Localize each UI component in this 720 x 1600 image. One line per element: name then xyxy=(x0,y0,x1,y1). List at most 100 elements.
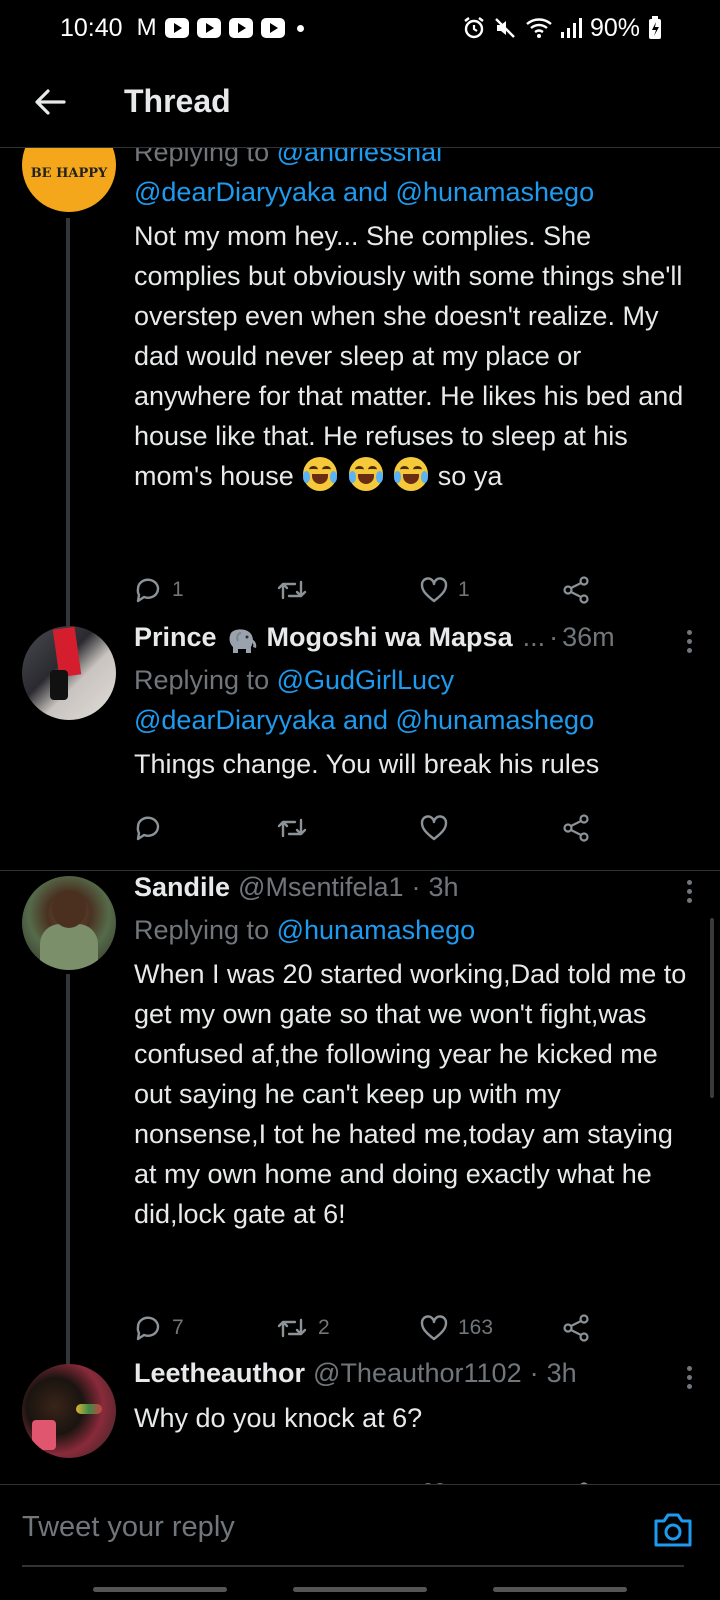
display-name[interactable]: Sandile xyxy=(134,872,230,903)
more-notifications-dot xyxy=(296,24,304,32)
separator: · xyxy=(549,622,559,652)
more-options-button[interactable] xyxy=(683,879,696,903)
tweet-actions: 1 1 xyxy=(134,570,614,610)
youtube-icon xyxy=(260,18,285,38)
retweet-button[interactable] xyxy=(276,570,318,610)
share-icon xyxy=(563,814,589,842)
tweet[interactable]: Prince Mogoshi wa Mapsa ... · 36m Replyi… xyxy=(0,620,720,856)
tweet-header: Prince Mogoshi wa Mapsa ... · 36m xyxy=(134,622,696,660)
retweet-button[interactable] xyxy=(276,808,308,848)
like-count: 163 xyxy=(458,1316,494,1339)
avatar[interactable] xyxy=(22,876,116,970)
display-name-rest[interactable]: Mogoshi wa Mapsa xyxy=(267,622,513,653)
tweet-body: Not my mom hey... She complies. She comp… xyxy=(134,216,696,496)
tweet[interactable]: Leetheauthor @Theauthor1102 · 3h Why do … xyxy=(0,1356,720,1484)
tweet-text: Not my mom hey... She complies. She comp… xyxy=(134,221,684,491)
youtube-icon xyxy=(164,18,189,38)
display-name[interactable]: Leetheauthor xyxy=(134,1358,305,1389)
home-nav-icon[interactable] xyxy=(293,1587,427,1592)
tweet-header: Sandile @Msentifela1 · 3h xyxy=(134,872,696,910)
replying-to: Replying to @hunamashego xyxy=(134,910,696,950)
more-icon xyxy=(687,879,692,885)
reply-bar: Tweet your reply xyxy=(0,1484,720,1600)
tweet-header: Leetheauthor @Theauthor1102 · 3h xyxy=(134,1358,696,1396)
avatar[interactable]: BE HAPPY xyxy=(22,148,116,212)
system-nav-bar xyxy=(0,1587,720,1592)
reply-icon xyxy=(136,578,160,603)
like-button[interactable] xyxy=(420,808,448,848)
replying-to: Replying to @GudGirlLucy xyxy=(134,660,696,700)
share-button[interactable] xyxy=(562,1308,590,1348)
like-button[interactable]: 163 xyxy=(420,1308,493,1348)
camera-button[interactable] xyxy=(652,1511,694,1549)
user-handle[interactable]: @Theauthor1102 xyxy=(313,1358,522,1389)
reply-button[interactable]: 7 xyxy=(134,1308,184,1348)
elephant-emoji-icon xyxy=(225,627,259,655)
top-bar: Thread xyxy=(0,56,720,148)
reply-count: 1 xyxy=(172,578,184,601)
share-icon xyxy=(563,1314,589,1342)
avatar[interactable] xyxy=(22,1364,116,1458)
retweet-icon xyxy=(277,1318,307,1338)
laughing-tears-emoji-icon xyxy=(394,457,429,491)
share-icon xyxy=(563,576,589,604)
like-button[interactable] xyxy=(420,1476,448,1484)
separator: · xyxy=(529,1358,539,1388)
mention-link[interactable]: @GudGirlLucy xyxy=(277,665,454,695)
replying-prefix: Replying to xyxy=(134,148,270,167)
tweet[interactable]: Sandile @Msentifela1 · 3h Replying to @h… xyxy=(0,870,720,1374)
like-count: 1 xyxy=(458,578,470,601)
user-handle[interactable]: @Msentifela1 xyxy=(238,872,403,903)
thread-line xyxy=(66,974,70,1374)
also-replying-link[interactable]: @dearDiaryyaka and @hunamashego xyxy=(134,700,696,740)
tweet-body: Things change. You will break his rules xyxy=(134,749,600,779)
reply-button[interactable]: 1 xyxy=(134,570,184,610)
status-time: 10:40 xyxy=(60,13,123,42)
status-bar: 10:40 M 90% xyxy=(0,0,720,56)
mention-link[interactable]: @andriesshai xyxy=(277,148,443,167)
retweet-icon xyxy=(277,580,307,600)
retweet-icon xyxy=(277,818,307,838)
reply-input[interactable]: Tweet your reply xyxy=(22,1511,235,1544)
share-button[interactable] xyxy=(562,570,590,610)
retweet-button[interactable] xyxy=(276,1476,308,1484)
reply-button[interactable] xyxy=(134,1476,162,1484)
timestamp[interactable]: 36m xyxy=(562,622,615,653)
more-options-button[interactable] xyxy=(683,1365,696,1389)
reply-input-underline xyxy=(22,1565,684,1567)
youtube-icon xyxy=(228,18,253,38)
timestamp[interactable]: 3h xyxy=(429,872,459,903)
recents-nav-icon[interactable] xyxy=(93,1587,227,1592)
reply-icon xyxy=(136,816,160,841)
camera-icon xyxy=(654,1513,692,1547)
page-title: Thread xyxy=(124,83,231,119)
timestamp[interactable]: 3h xyxy=(547,1358,577,1389)
share-button[interactable] xyxy=(562,1476,590,1484)
retweet-count: 2 xyxy=(318,1316,330,1339)
tweet[interactable]: BE HAPPY Replying to @andriesshai @dearD… xyxy=(0,148,720,638)
reply-count: 7 xyxy=(172,1316,184,1339)
tweet-actions xyxy=(134,808,614,848)
back-nav-icon[interactable] xyxy=(493,1587,627,1592)
retweet-button[interactable]: 2 xyxy=(276,1308,330,1348)
laughing-tears-emoji-icon xyxy=(348,457,383,491)
back-arrow-icon xyxy=(35,88,66,115)
share-button[interactable] xyxy=(562,808,590,848)
back-button[interactable] xyxy=(22,74,78,130)
reply-button[interactable] xyxy=(134,808,162,848)
like-icon xyxy=(420,577,448,603)
mention-link[interactable]: @hunamashego xyxy=(277,915,476,945)
more-options-button[interactable] xyxy=(683,629,696,653)
tweet-actions: 7 2 163 xyxy=(134,1308,614,1348)
thread-feed[interactable]: BE HAPPY Replying to @andriesshai @dearD… xyxy=(0,148,720,1484)
also-replying-link[interactable]: @dearDiaryyaka and @hunamashego xyxy=(134,172,696,212)
signal-icon xyxy=(560,18,582,38)
alarm-icon xyxy=(464,17,484,39)
display-name[interactable]: Prince xyxy=(134,622,217,653)
battery-icon xyxy=(649,16,661,39)
scrollbar[interactable] xyxy=(710,918,714,1098)
replying-prefix: Replying to xyxy=(134,915,270,945)
youtube-icon xyxy=(196,18,221,38)
avatar[interactable] xyxy=(22,626,116,720)
like-button[interactable]: 1 xyxy=(420,570,470,610)
